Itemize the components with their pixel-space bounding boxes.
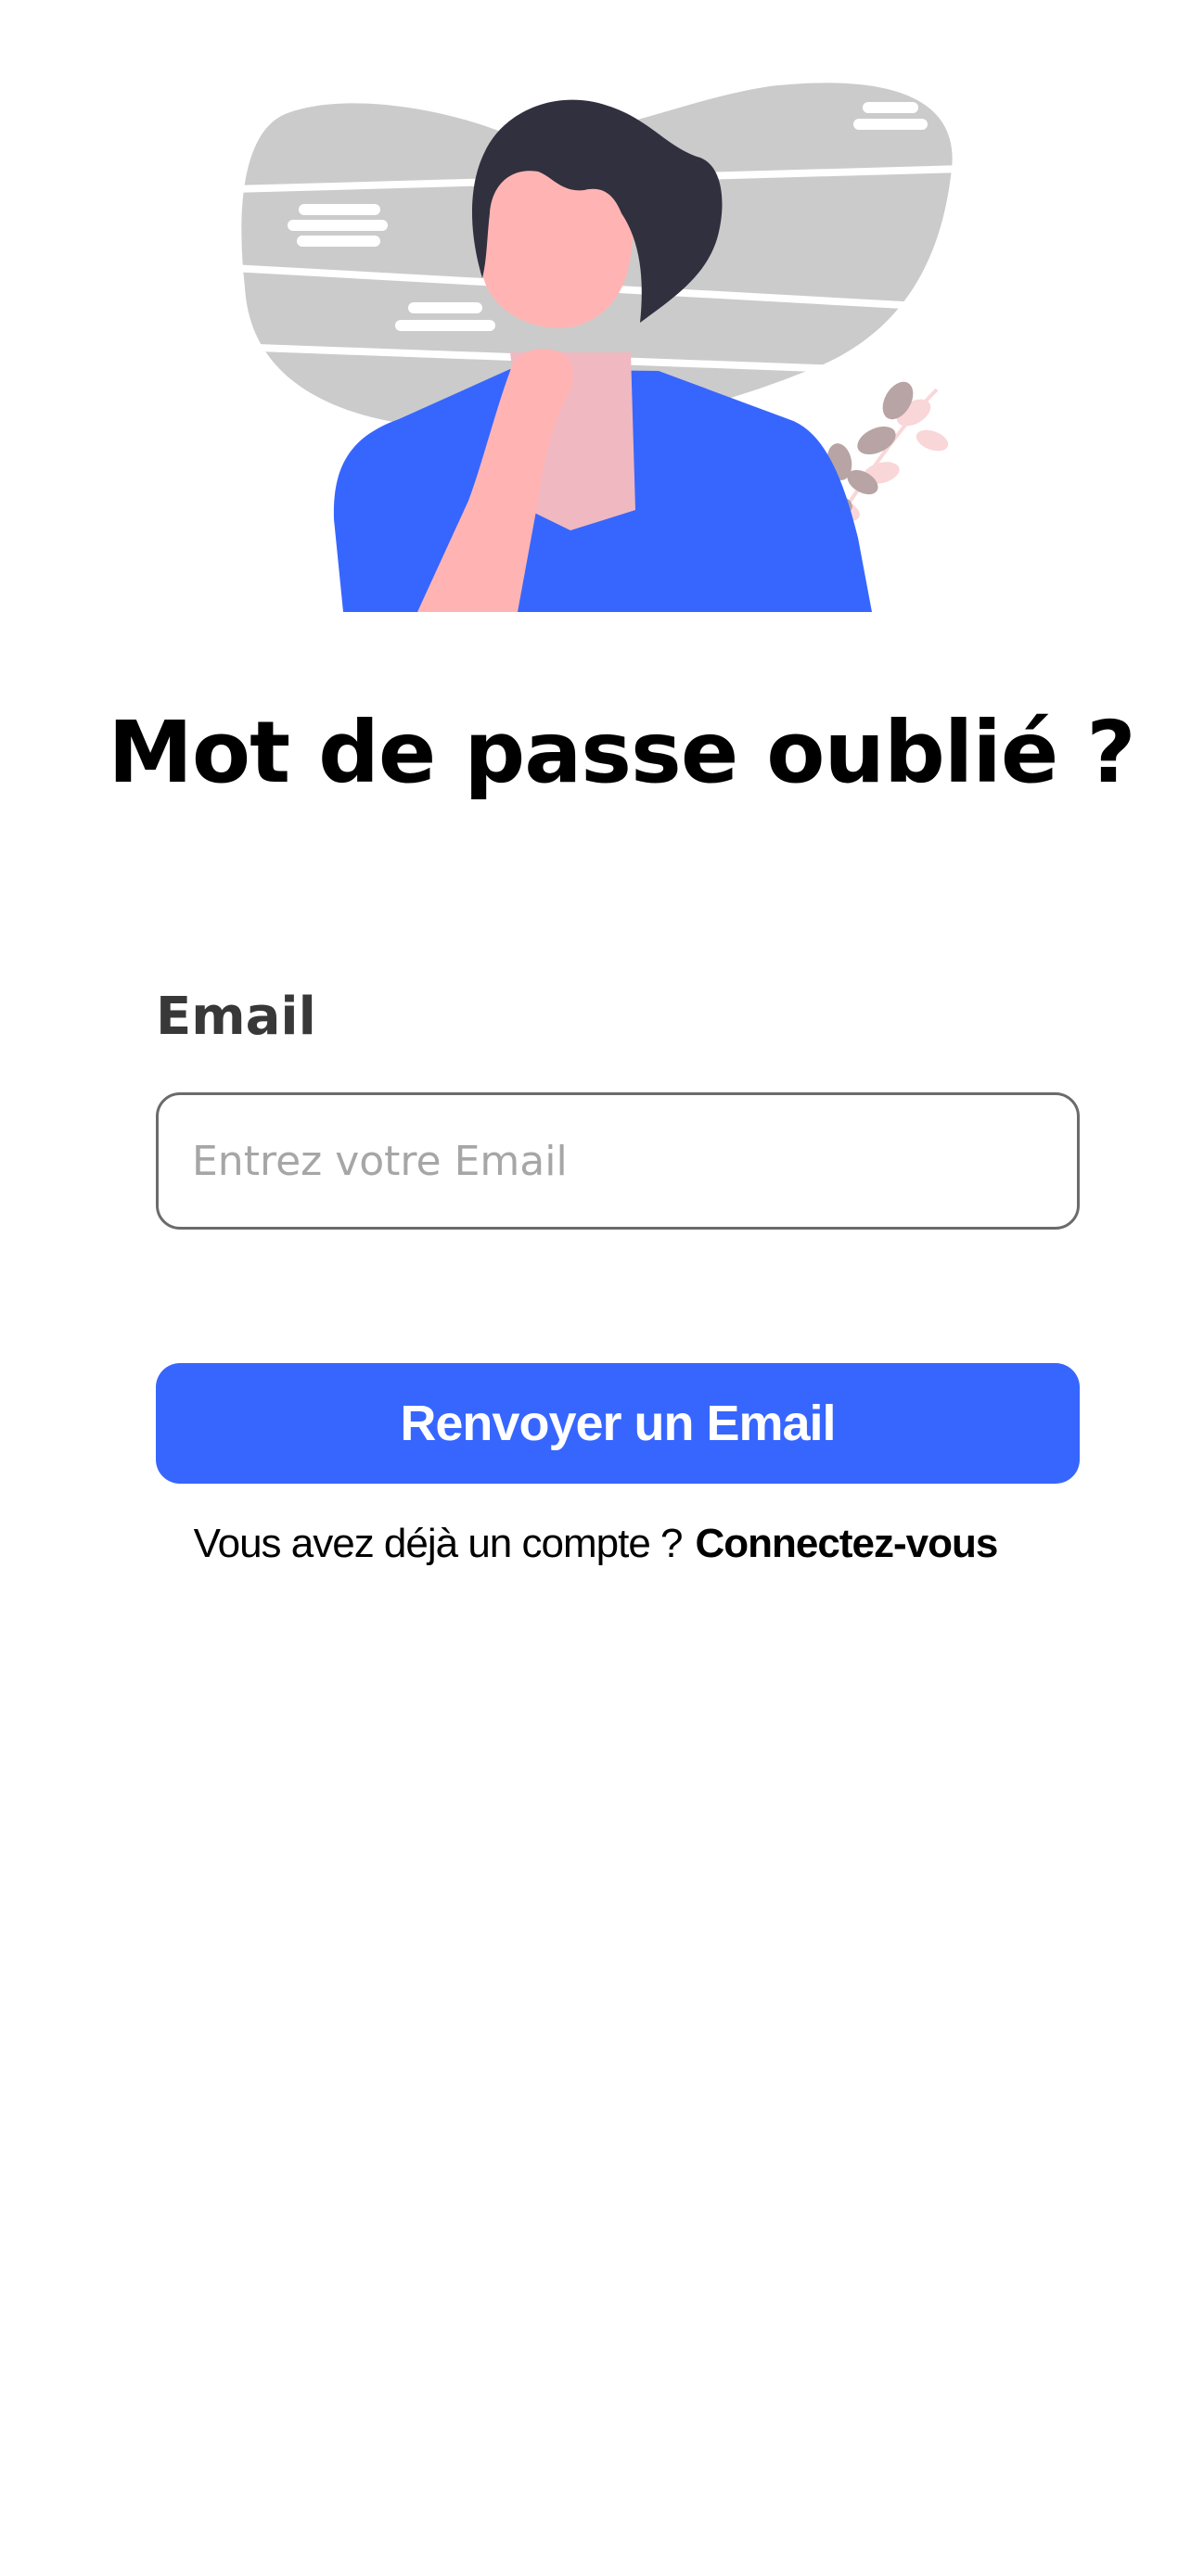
person-thinking-illustration — [232, 74, 965, 612]
login-prompt: Vous avez déjà un compte ? Connectez-vous — [0, 1521, 1191, 1567]
login-link[interactable]: Connectez-vous — [696, 1521, 999, 1566]
cloud-pill — [853, 119, 928, 130]
login-prompt-question: Vous avez déjà un compte ? — [193, 1521, 684, 1566]
email-field[interactable] — [156, 1092, 1080, 1230]
email-label: Email — [156, 987, 316, 1047]
cloud-pill — [288, 220, 388, 231]
cloud-pill — [297, 236, 380, 247]
illustration-svg — [232, 83, 965, 612]
forgot-password-screen: Mot de passe oublié ? Email Renvoyer un … — [0, 0, 1191, 2576]
page-title: Mot de passe oublié ? — [108, 703, 1135, 802]
cloud-pill — [408, 302, 482, 313]
resend-email-button[interactable]: Renvoyer un Email — [156, 1363, 1080, 1484]
cloud-pill — [299, 204, 380, 215]
cloud-pill — [395, 320, 495, 331]
cloud-pill — [863, 102, 918, 113]
